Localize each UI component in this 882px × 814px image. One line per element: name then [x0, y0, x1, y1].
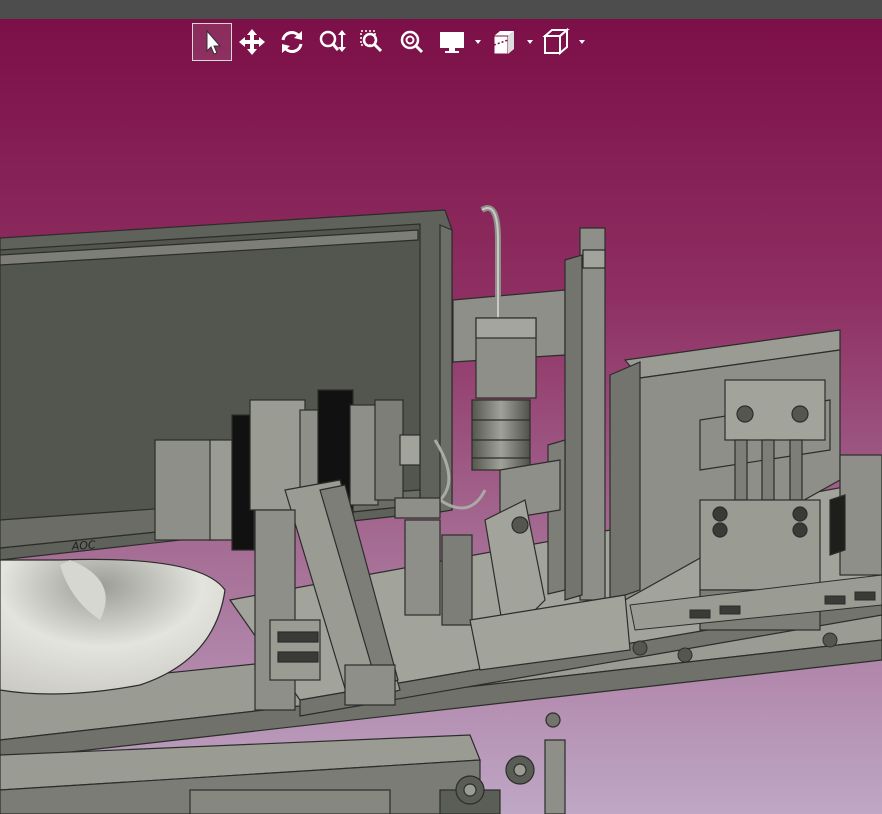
section-box-icon [493, 31, 514, 55]
monitor-brand-label: AOC [70, 538, 96, 553]
rotate-icon [281, 31, 303, 53]
zoom-updown-icon [319, 30, 346, 52]
cube-icon [542, 28, 570, 56]
move-arrows-icon [239, 29, 265, 55]
zoom-window-icon [360, 30, 383, 53]
section-button[interactable] [484, 23, 524, 61]
select-tool-button[interactable] [192, 23, 232, 61]
cad-model-scene[interactable]: AOC [0, 19, 882, 814]
pan-tool-button[interactable] [232, 23, 272, 61]
zoom-tool-button[interactable] [312, 23, 352, 61]
chevron-down-icon [475, 40, 481, 44]
zoom-fit-icon [400, 30, 424, 54]
monitor-icon [440, 32, 464, 53]
window-titlebar [0, 0, 882, 19]
3d-viewport[interactable]: AOC [0, 19, 882, 814]
rotate-tool-button[interactable] [272, 23, 312, 61]
display-mode-button[interactable] [432, 23, 472, 61]
zoom-fit-button[interactable] [392, 23, 432, 61]
chevron-down-icon [527, 40, 533, 44]
pointer-icon [206, 29, 222, 55]
chevron-down-icon [579, 40, 585, 44]
view-orientation-dropdown[interactable] [576, 23, 588, 61]
section-dropdown[interactable] [524, 23, 536, 61]
display-mode-dropdown[interactable] [472, 23, 484, 61]
zoom-window-button[interactable] [352, 23, 392, 61]
view-toolbar [192, 23, 588, 61]
view-orientation-button[interactable] [536, 23, 576, 61]
